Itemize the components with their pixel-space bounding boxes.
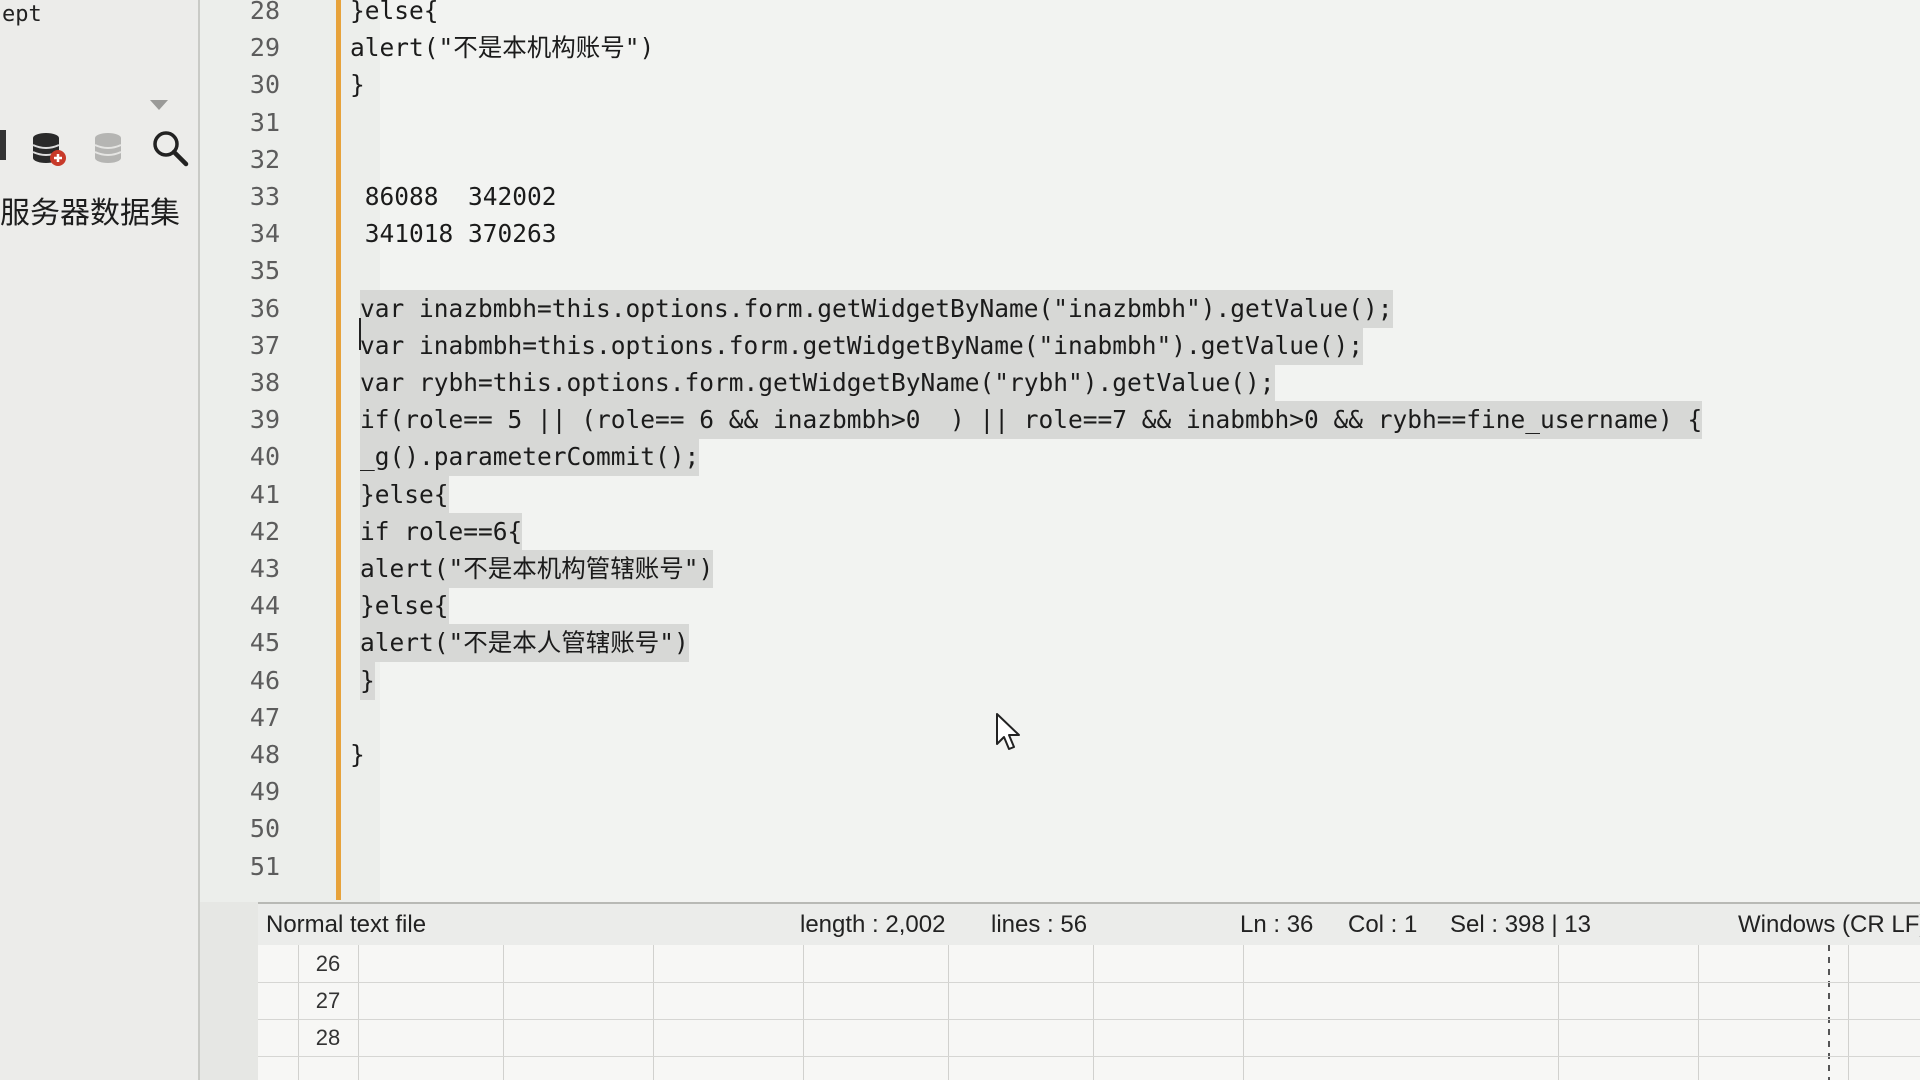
code-line[interactable]: 44 }else{	[200, 587, 1920, 626]
line-number: 30	[249, 70, 280, 100]
code-line[interactable]: 43 alert("不是本机构管辖账号")	[200, 550, 1920, 588]
line-number: 33	[249, 182, 280, 211]
code-line[interactable]: 46}	[200, 661, 1920, 700]
status-col: Col : 1	[1348, 911, 1418, 938]
code-text[interactable]: var inazbmbh=this.options.form.getWidget…	[360, 289, 1393, 328]
code-line[interactable]: 28 }else{	[200, 0, 1920, 30]
code-text[interactable]: }	[350, 66, 365, 104]
line-number: 39	[249, 405, 280, 435]
line-number: 44	[249, 591, 280, 621]
code-line[interactable]: 39 if(role== 5 || (role== 6 && inazbmbh>0…	[200, 401, 1920, 440]
line-number: 42	[249, 516, 280, 546]
code-line[interactable]: 33 86088 342002	[200, 178, 1920, 216]
line-number: 46	[249, 665, 280, 695]
code-line[interactable]: 45 alert("不是本人管辖账号")	[200, 624, 1920, 663]
code-line[interactable]: 38 var rybh=this.options.form.getWidgetBy…	[200, 364, 1920, 402]
code-line[interactable]: 36 var inazbmbh=this.options.form.getWidg…	[200, 289, 1920, 328]
code-line[interactable]: 32	[200, 141, 1920, 179]
toolbar-edge-icon	[0, 130, 6, 160]
database-add-icon[interactable]	[28, 128, 68, 168]
code-text[interactable]: }	[360, 661, 375, 700]
code-line[interactable]: 35	[200, 252, 1920, 290]
table-row[interactable]: 27	[258, 982, 1920, 1020]
table-row[interactable]: 26	[258, 945, 1920, 983]
text-caret	[359, 318, 361, 350]
line-number: 43	[249, 554, 280, 583]
line-number: 40	[249, 442, 280, 472]
line-number: 48	[249, 740, 280, 769]
status-eol[interactable]: Windows (CR LF)	[1738, 904, 1920, 946]
line-number: 51	[249, 851, 280, 881]
code-text[interactable]: var rybh=this.options.form.getWidgetByNa…	[360, 364, 1275, 402]
line-number: 50	[249, 814, 280, 844]
code-line[interactable]: 29 alert("不是本机构账号")	[200, 29, 1920, 67]
code-line[interactable]: 31	[200, 104, 1920, 142]
code-text[interactable]: if(role== 5 || (role== 6 && inazbmbh>0 )…	[360, 401, 1703, 440]
status-lines: lines : 56	[991, 911, 1088, 938]
code-line[interactable]: 49	[200, 773, 1920, 811]
code-line[interactable]: 30}	[200, 66, 1920, 104]
code-line[interactable]: 34 341018 370263	[200, 215, 1920, 253]
line-number: 29	[249, 33, 280, 63]
code-text[interactable]: alert("不是本机构管辖账号")	[360, 550, 714, 588]
code-text[interactable]: alert("不是本人管辖账号")	[360, 624, 689, 663]
code-line[interactable]: 40 _g().parameterCommit();	[200, 438, 1920, 477]
code-text[interactable]: var inabmbh=this.options.form.getWidgetB…	[360, 326, 1364, 365]
line-number: 47	[249, 702, 280, 732]
status-sel: Sel : 398 | 13	[1450, 911, 1591, 938]
line-number: 37	[249, 330, 280, 360]
server-dataset-label[interactable]: 服务器数据集	[0, 188, 180, 232]
row-header[interactable]: 26	[298, 945, 358, 982]
code-line[interactable]: 37 var inabmbh=this.options.form.getWidge…	[200, 326, 1920, 365]
code-editor[interactable]: 28}else{29 alert("不是本机构账号") 30} 31 32 33 8608…	[200, 0, 1920, 902]
line-number: 36	[249, 293, 280, 323]
code-line[interactable]: 47	[200, 699, 1920, 737]
code-line[interactable]: 42 if role==6{	[200, 512, 1920, 551]
status-ln: Ln : 36	[1240, 911, 1314, 938]
spreadsheet-area: 26 27 28	[258, 945, 1920, 1080]
code-line[interactable]: 51	[200, 848, 1920, 886]
line-number: 49	[249, 777, 280, 807]
code-text[interactable]: _g().parameterCommit();	[360, 438, 700, 477]
code-text[interactable]: }	[350, 736, 365, 774]
database-disabled-icon[interactable]	[88, 128, 128, 168]
line-number: 28	[249, 0, 280, 25]
status-length: length : 2,002	[800, 911, 946, 938]
line-number: 41	[249, 479, 280, 509]
code-text[interactable]: 86088 342002	[350, 178, 557, 216]
code-text[interactable]: }else{	[360, 587, 449, 626]
chevron-down-icon[interactable]	[150, 100, 168, 110]
line-number: 35	[249, 256, 280, 286]
code-text[interactable]: }else{	[360, 475, 449, 514]
line-number: 31	[249, 107, 280, 137]
table-row[interactable]: 28	[258, 1019, 1920, 1057]
code-text[interactable]: 341018 370263	[350, 215, 557, 253]
code-line[interactable]: 41 }else{	[200, 475, 1920, 514]
line-number: 38	[249, 368, 280, 397]
code-line[interactable]: 48}	[200, 736, 1920, 774]
code-text[interactable]: if role==6{	[360, 512, 523, 551]
row-header[interactable]: 27	[298, 982, 358, 1019]
line-number: 32	[249, 144, 280, 174]
code-line[interactable]: 50	[200, 810, 1920, 848]
line-number: 34	[249, 219, 280, 249]
sidebar-panel: ept 服务器数据集	[0, 0, 200, 1080]
search-icon[interactable]	[150, 128, 190, 168]
row-header[interactable]: 28	[298, 1019, 358, 1056]
line-number: 45	[249, 628, 280, 658]
status-bar: Normal text file length : 2,002 lines : …	[258, 902, 1920, 947]
status-file-type: Normal text file	[266, 911, 427, 938]
code-text[interactable]: alert("不是本机构账号")	[350, 29, 654, 67]
sidebar-top-text: ept	[2, 2, 42, 27]
mouse-pointer-icon	[996, 713, 1020, 750]
code-text[interactable]: }else{	[350, 0, 439, 30]
